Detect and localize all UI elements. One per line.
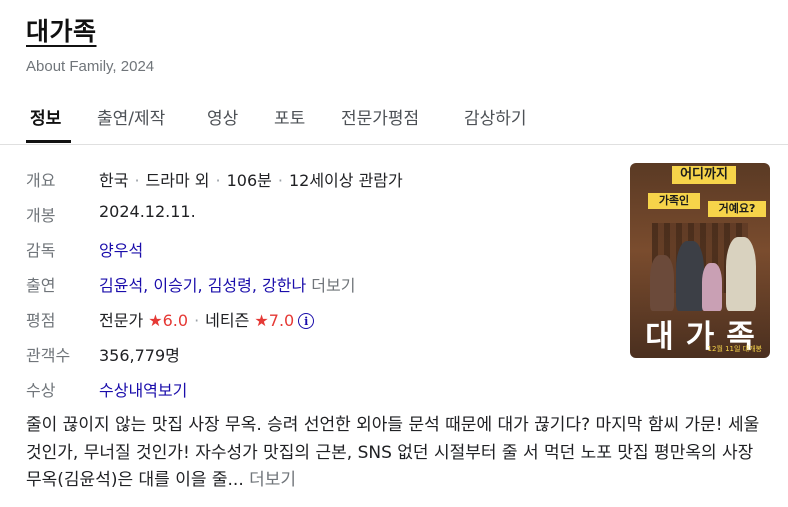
poster-figure bbox=[676, 241, 704, 311]
synopsis-text: 줄이 끊이지 않는 맛집 사장 무옥. 승려 선언한 외아들 문석 때문에 대가… bbox=[26, 415, 760, 490]
overview-label: 개요 bbox=[26, 171, 56, 190]
cast-label: 출연 bbox=[26, 276, 56, 295]
info-icon[interactable]: i bbox=[298, 313, 315, 329]
netizen-label: 네티즌 bbox=[205, 311, 250, 330]
tab-divider bbox=[0, 144, 788, 145]
poster-tagline-top: 어디까지 bbox=[672, 166, 736, 184]
cast-link[interactable]: 김윤석 bbox=[99, 276, 143, 295]
tab-bar: 정보 출연/제작 영상 포토 전문가평점 감상하기 bbox=[0, 92, 788, 144]
tab-video[interactable]: 영상 bbox=[207, 104, 238, 129]
star-icon: ★ bbox=[254, 311, 269, 330]
movie-synopsis: 줄이 끊이지 않는 맛집 사장 무옥. 승려 선언한 외아들 문석 때문에 대가… bbox=[26, 412, 762, 495]
poster-footer: 12월 11일 대개봉 bbox=[707, 345, 762, 353]
poster-figure bbox=[702, 263, 722, 311]
tab-cast-crew[interactable]: 출연/제작 bbox=[97, 104, 165, 129]
audience-count: 356,779명 bbox=[99, 346, 180, 365]
release-date: 2024.12.11. bbox=[99, 202, 196, 221]
director-link[interactable]: 양우석 bbox=[99, 237, 143, 261]
score-values: 전문가 ★6.0 · 네티즌 ★7.0 i bbox=[99, 307, 315, 331]
synopsis-more-link[interactable]: 더보기 bbox=[249, 470, 296, 490]
poster-figure bbox=[726, 237, 756, 311]
overview-value: 한국 · 드라마 외 · 106분 · 12세이상 관람가 bbox=[99, 171, 403, 190]
tab-photo[interactable]: 포토 bbox=[274, 104, 305, 129]
cast-link[interactable]: 강한나 bbox=[262, 276, 306, 295]
poster-tagline-mid: 가족인 bbox=[648, 193, 700, 209]
tab-info[interactable]: 정보 bbox=[30, 104, 61, 129]
active-tab-indicator bbox=[26, 140, 71, 143]
director-label: 감독 bbox=[26, 241, 56, 260]
critic-label: 전문가 bbox=[99, 311, 144, 330]
star-icon: ★ bbox=[148, 311, 163, 330]
tab-watch[interactable]: 감상하기 bbox=[464, 104, 527, 129]
netizen-score: 7.0 bbox=[268, 311, 295, 330]
poster-tagline-mid: 거예요? bbox=[708, 201, 766, 217]
genre: 드라마 외 bbox=[145, 171, 210, 190]
awards-label: 수상 bbox=[26, 381, 56, 400]
cast-link[interactable]: 이승기 bbox=[153, 276, 197, 295]
cast-list: 김윤석, 이승기, 김성령, 강한나 더보기 bbox=[99, 276, 356, 295]
movie-poster[interactable]: 어디까지 가족인 거예요? 대가족 12월 11일 대개봉 bbox=[630, 163, 770, 358]
score-label: 평점 bbox=[26, 311, 56, 330]
age-rating: 12세이상 관람가 bbox=[288, 171, 403, 190]
audience-label: 관객수 bbox=[26, 346, 71, 365]
tab-critic-reviews[interactable]: 전문가평점 bbox=[341, 104, 419, 129]
page-title[interactable]: 대가족 bbox=[26, 12, 97, 48]
country: 한국 bbox=[99, 171, 129, 190]
critic-score: 6.0 bbox=[162, 311, 189, 330]
release-label: 개봉 bbox=[26, 206, 56, 225]
awards-link[interactable]: 수상내역보기 bbox=[99, 377, 187, 401]
poster-figure bbox=[650, 255, 674, 311]
cast-link[interactable]: 김성령 bbox=[208, 276, 252, 295]
runtime: 106분 bbox=[226, 171, 272, 190]
movie-subtitle: About Family, 2024 bbox=[26, 58, 155, 75]
cast-more-link[interactable]: 더보기 bbox=[311, 276, 355, 295]
